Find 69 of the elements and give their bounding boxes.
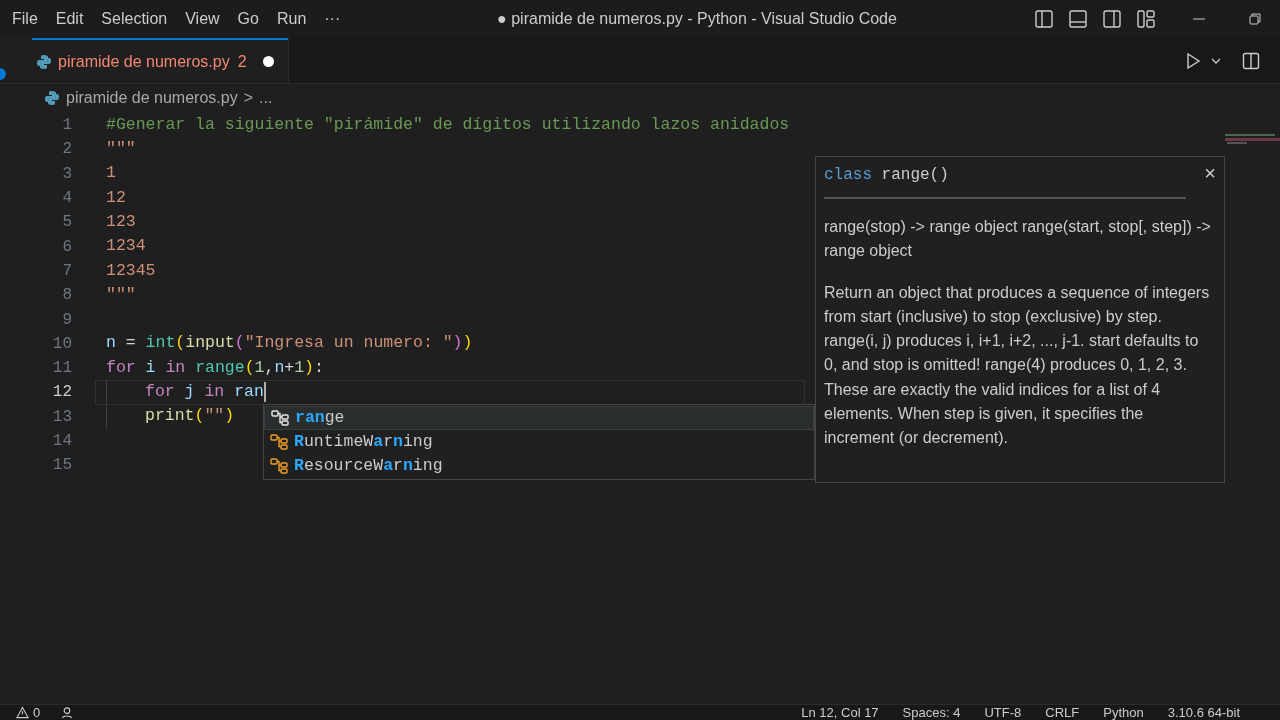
class-symbol-icon — [270, 457, 290, 475]
menu-item[interactable]: View — [177, 7, 228, 31]
hover-paragraph: range(stop) -> range object range(start, stop[, step]) -> range object — [824, 217, 1212, 262]
breadcrumb-separator: > — [243, 88, 253, 108]
suggestion-item[interactable]: ResourceWarning — [264, 454, 814, 478]
breadcrumb-item[interactable]: piramide de numeros.py — [66, 86, 238, 110]
code-line: """ — [106, 138, 136, 161]
text-cursor — [263, 382, 266, 403]
hover-paragraph: Return an object that produces a sequence of integers from start (inclusive) to stop (exclusive) by step. range(i, j) produces i, i+1, i+2, ..., j-1. start defaults to 0, and stop is omitted! range(4) produces 0, 1, 2, 3. These are exactly the valid indices for a list of 4 elements. When step is given, it specifies the increment (or decrement). — [824, 282, 1211, 449]
code-line: """ — [106, 283, 136, 306]
line-number: 9 — [61, 309, 72, 331]
menu-item[interactable]: Edit — [47, 7, 92, 31]
line-number: 5 — [61, 212, 72, 234]
minimap-drawing — [1225, 134, 1280, 144]
line-number: 3 — [61, 163, 72, 185]
customize-layout-icon[interactable] — [1136, 9, 1156, 29]
code-line: 1234 — [106, 235, 146, 258]
line-number: 12 — [51, 382, 72, 404]
line-number: 4 — [61, 188, 72, 210]
toggle-sidebar-icon[interactable] — [1034, 9, 1054, 29]
status-item[interactable]: UTF-8 — [984, 705, 1022, 720]
split-editor-icon[interactable] — [1242, 51, 1260, 70]
warning-count[interactable]: 0 — [33, 705, 41, 720]
class-symbol-icon — [270, 433, 290, 451]
menu-item[interactable]: Go — [229, 7, 267, 31]
code-line: 123 — [106, 210, 136, 233]
line-number: 11 — [51, 358, 72, 380]
status-item[interactable]: Spaces: 4 — [902, 705, 961, 720]
problem-count: 2 — [237, 51, 247, 72]
line-number: 15 — [51, 455, 72, 477]
line-number: 1 — [61, 115, 72, 137]
line-number: 10 — [51, 333, 72, 355]
menu-item[interactable]: Selection — [93, 7, 176, 31]
code-line: 1 — [106, 162, 116, 185]
class-symbol-icon — [271, 409, 291, 427]
status-item[interactable]: Ln 12, Col 17 — [801, 705, 879, 720]
close-button[interactable]: × — [1204, 163, 1216, 183]
code-line: for j in ran — [145, 381, 264, 404]
line-number: 8 — [61, 285, 72, 307]
toggle-secondary-sidebar-icon[interactable] — [1102, 9, 1122, 29]
toggle-panel-icon[interactable] — [1068, 9, 1088, 29]
line-number: 2 — [61, 139, 72, 161]
code-line: 12345 — [106, 259, 156, 282]
suggestion-item[interactable]: RuntimeWarning — [264, 430, 814, 454]
run-icon[interactable] — [1184, 51, 1202, 70]
window-title: ● piramide de numeros.py - Python - Visual Studio Code — [496, 9, 898, 29]
line-number: 13 — [51, 406, 72, 428]
code-line: for i in range(1,n+1): — [106, 356, 324, 379]
status-item[interactable]: 3.10.6 64-bit — [1167, 705, 1240, 720]
python-file-icon — [44, 90, 60, 106]
restore-icon[interactable] — [1248, 12, 1262, 26]
python-file-icon — [36, 53, 52, 70]
status-item[interactable]: CRLF — [1045, 705, 1080, 720]
menu-item[interactable]: File — [4, 7, 46, 31]
code-line: #Generar la siguiente "pirámide" de dígitos utilizando lazos anidados — [106, 113, 790, 136]
code-line: print("") — [145, 405, 235, 428]
menu-item[interactable]: ··· — [316, 7, 349, 31]
hover-signature: class range() — [824, 165, 949, 186]
suggestion-item[interactable]: range — [264, 406, 814, 430]
menu-item[interactable]: Run — [268, 7, 315, 31]
status-item[interactable]: Python — [1103, 705, 1144, 720]
warning-icon[interactable] — [16, 706, 29, 719]
line-number: 6 — [61, 236, 72, 258]
code-line: n = int(input("Ingresa un numero: ")) — [106, 332, 473, 355]
line-number: 7 — [61, 260, 72, 282]
code-line: 12 — [106, 186, 126, 209]
person-icon[interactable] — [60, 706, 75, 719]
line-number: 14 — [51, 431, 72, 452]
breadcrumb-item[interactable]: ... — [259, 86, 273, 110]
